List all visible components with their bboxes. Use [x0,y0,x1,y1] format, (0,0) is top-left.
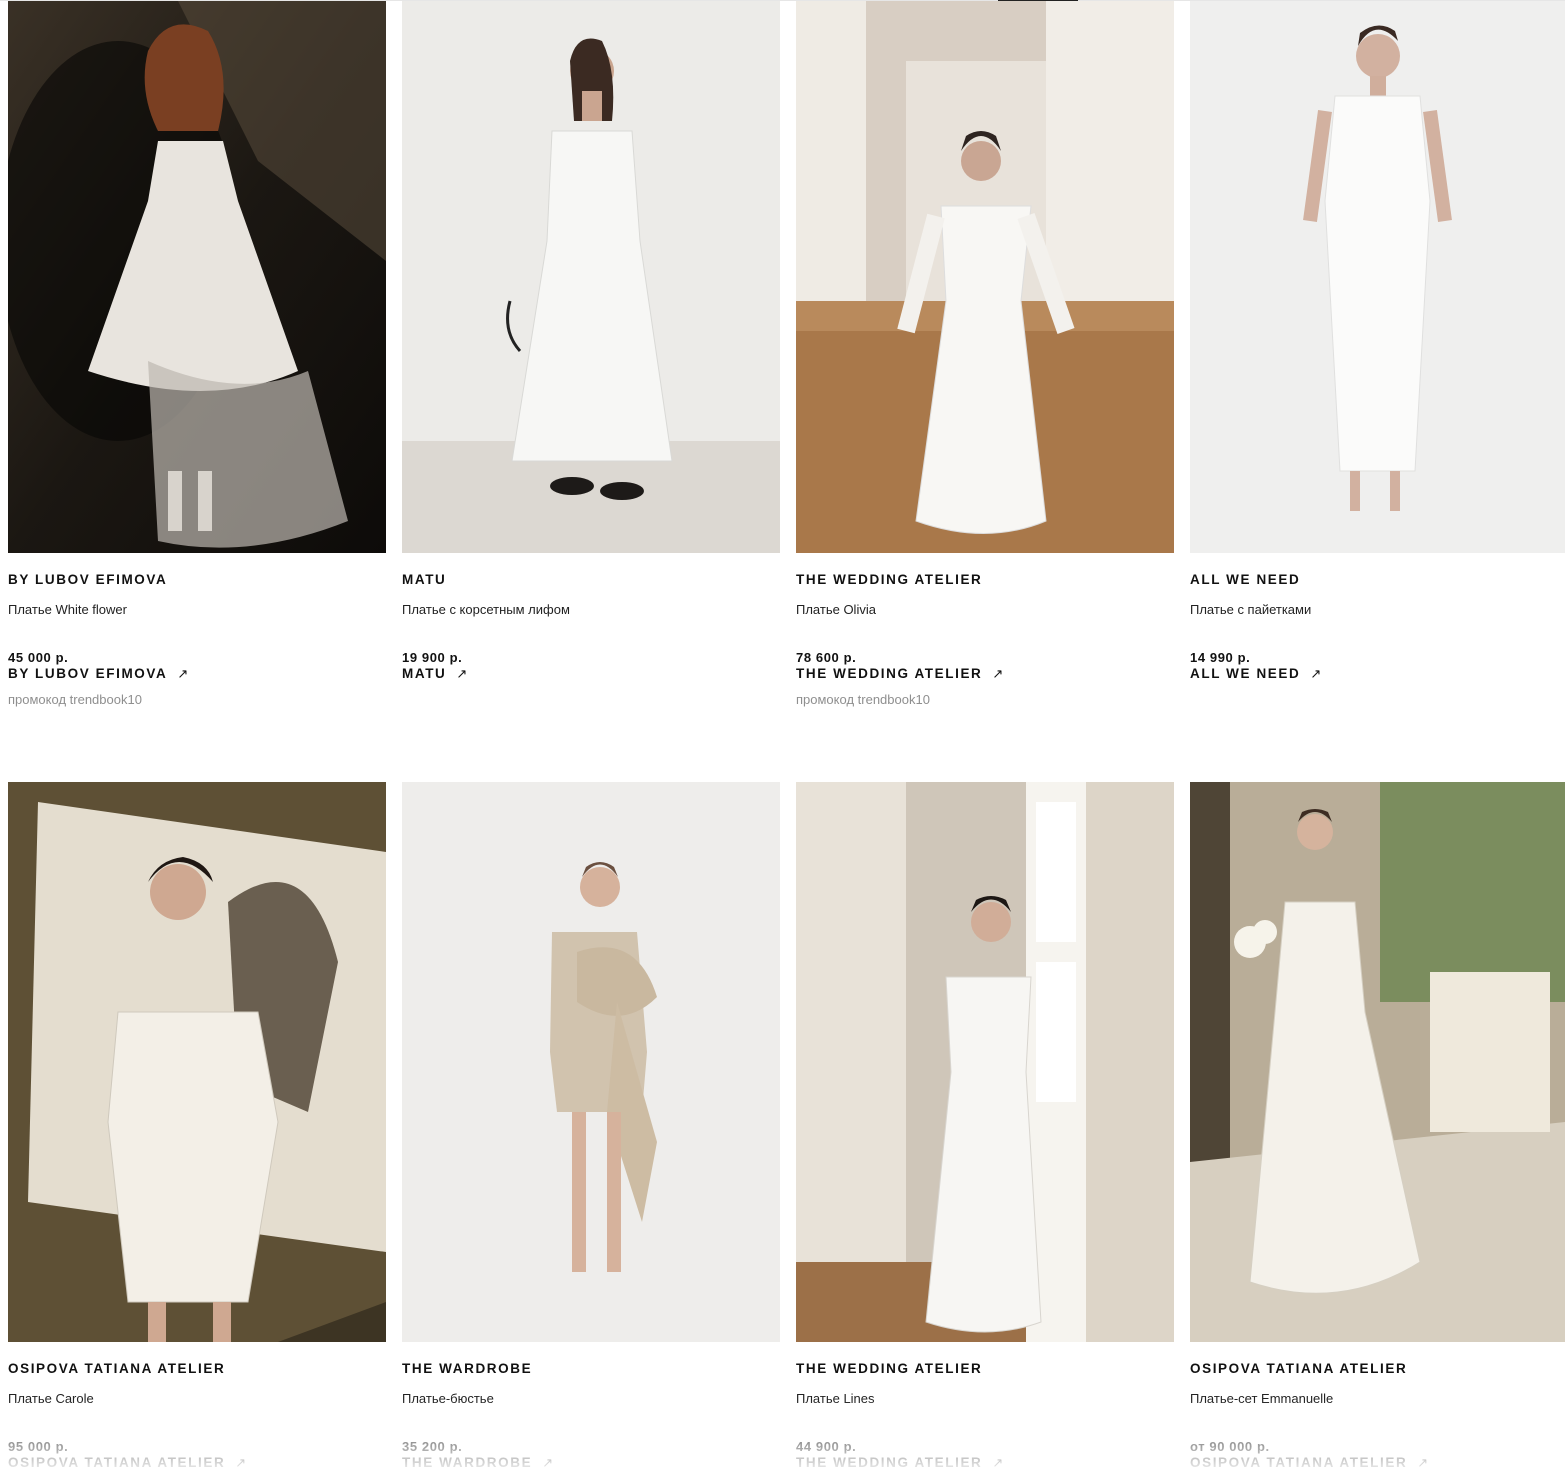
brand-name[interactable]: THE WARDROBE [402,1361,780,1377]
product-card[interactable]: ALL WE NEED Платье с пайетками 14 990 р.… [1190,0,1565,782]
product-name[interactable]: Платье Olivia [796,602,1174,618]
product-card[interactable]: THE WEDDING ATELIER Платье Lines 44 900 … [796,782,1174,1472]
product-price: 44 900 р. [796,1439,857,1454]
product-card[interactable]: MATU Платье с корсетным лифом 19 900 р. … [402,0,780,782]
product-photo[interactable] [1190,1,1565,553]
shop-link-label: OSIPOVA TATIANA ATELIER [8,1455,226,1470]
shop-link[interactable]: THE WARDROBE ↗ [402,1454,553,1471]
brand-name[interactable]: OSIPOVA TATIANA ATELIER [1190,1361,1565,1377]
product-name[interactable]: Платье-бюстье [402,1391,780,1407]
arrow-up-right-icon: ↗ [992,666,1004,681]
product-photo[interactable] [402,782,780,1342]
promo-code: промокод trendbook10 [796,692,930,707]
product-grid: BY LUBOV EFIMOVA Платье White flower 45 … [8,0,1565,1472]
product-price: 14 990 р. [1190,650,1251,665]
brand-name[interactable]: ALL WE NEED [1190,572,1565,588]
product-price: 35 200 р. [402,1439,463,1454]
product-photo[interactable] [796,782,1174,1342]
product-price: 95 000 р. [8,1439,69,1454]
product-price: 45 000 р. [8,650,69,665]
shop-link[interactable]: THE WEDDING ATELIER ↗ [796,1454,1003,1471]
shop-link[interactable]: THE WEDDING ATELIER ↗ [796,665,1003,682]
brand-name[interactable]: MATU [402,572,780,588]
product-photo[interactable] [796,1,1174,553]
promo-code: промокод trendbook10 [8,692,142,707]
arrow-up-right-icon: ↗ [992,1455,1004,1470]
product-name[interactable]: Платье с пайетками [1190,602,1565,618]
product-photo[interactable] [8,782,386,1342]
arrow-up-right-icon: ↗ [542,1455,554,1470]
arrow-up-right-icon: ↗ [177,666,189,681]
product-price: 78 600 р. [796,650,857,665]
arrow-up-right-icon: ↗ [1417,1455,1429,1470]
shop-link-label: THE WARDROBE [402,1455,533,1470]
promo-code [402,692,780,708]
brand-name[interactable]: BY LUBOV EFIMOVA [8,572,386,588]
shop-link-label: ALL WE NEED [1190,666,1301,681]
shop-link[interactable]: ALL WE NEED ↗ [1190,665,1321,682]
product-name[interactable]: Платье White flower [8,602,386,618]
product-photo[interactable] [1190,782,1565,1342]
product-name[interactable]: Платье-сет Emmanuelle [1190,1391,1565,1407]
shop-link[interactable]: OSIPOVA TATIANA ATELIER ↗ [1190,1454,1428,1471]
product-card[interactable]: OSIPOVA TATIANA ATELIER Платье Carole 95… [8,782,386,1472]
arrow-up-right-icon: ↗ [235,1455,247,1470]
product-price: 19 900 р. [402,650,463,665]
promo-code [1190,692,1565,708]
product-name[interactable]: Платье с корсетным лифом [402,602,780,618]
product-card[interactable]: BY LUBOV EFIMOVA Платье White flower 45 … [8,0,386,782]
shop-link-label: THE WEDDING ATELIER [796,1455,983,1470]
shop-link-label: THE WEDDING ATELIER [796,666,983,681]
shop-link[interactable]: OSIPOVA TATIANA ATELIER ↗ [8,1454,246,1471]
product-card[interactable]: THE WEDDING ATELIER Платье Olivia 78 600… [796,0,1174,782]
shop-link-label: BY LUBOV EFIMOVA [8,666,168,681]
product-name[interactable]: Платье Carole [8,1391,386,1407]
shop-link[interactable]: BY LUBOV EFIMOVA ↗ [8,665,188,682]
product-photo[interactable] [402,1,780,553]
brand-name[interactable]: OSIPOVA TATIANA ATELIER [8,1361,386,1377]
arrow-up-right-icon: ↗ [1310,666,1322,681]
brand-name[interactable]: THE WEDDING ATELIER [796,572,1174,588]
product-name[interactable]: Платье Lines [796,1391,1174,1407]
shop-link-label: OSIPOVA TATIANA ATELIER [1190,1455,1408,1470]
arrow-up-right-icon: ↗ [456,666,468,681]
shop-link-label: MATU [402,666,447,681]
product-photo[interactable] [8,1,386,553]
product-card[interactable]: OSIPOVA TATIANA ATELIER Платье-сет Emman… [1190,782,1565,1472]
product-card[interactable]: THE WARDROBE Платье-бюстье 35 200 р. THE… [402,782,780,1472]
shop-link[interactable]: MATU ↗ [402,665,467,682]
product-price: от 90 000 р. [1190,1439,1270,1454]
brand-name[interactable]: THE WEDDING ATELIER [796,1361,1174,1377]
